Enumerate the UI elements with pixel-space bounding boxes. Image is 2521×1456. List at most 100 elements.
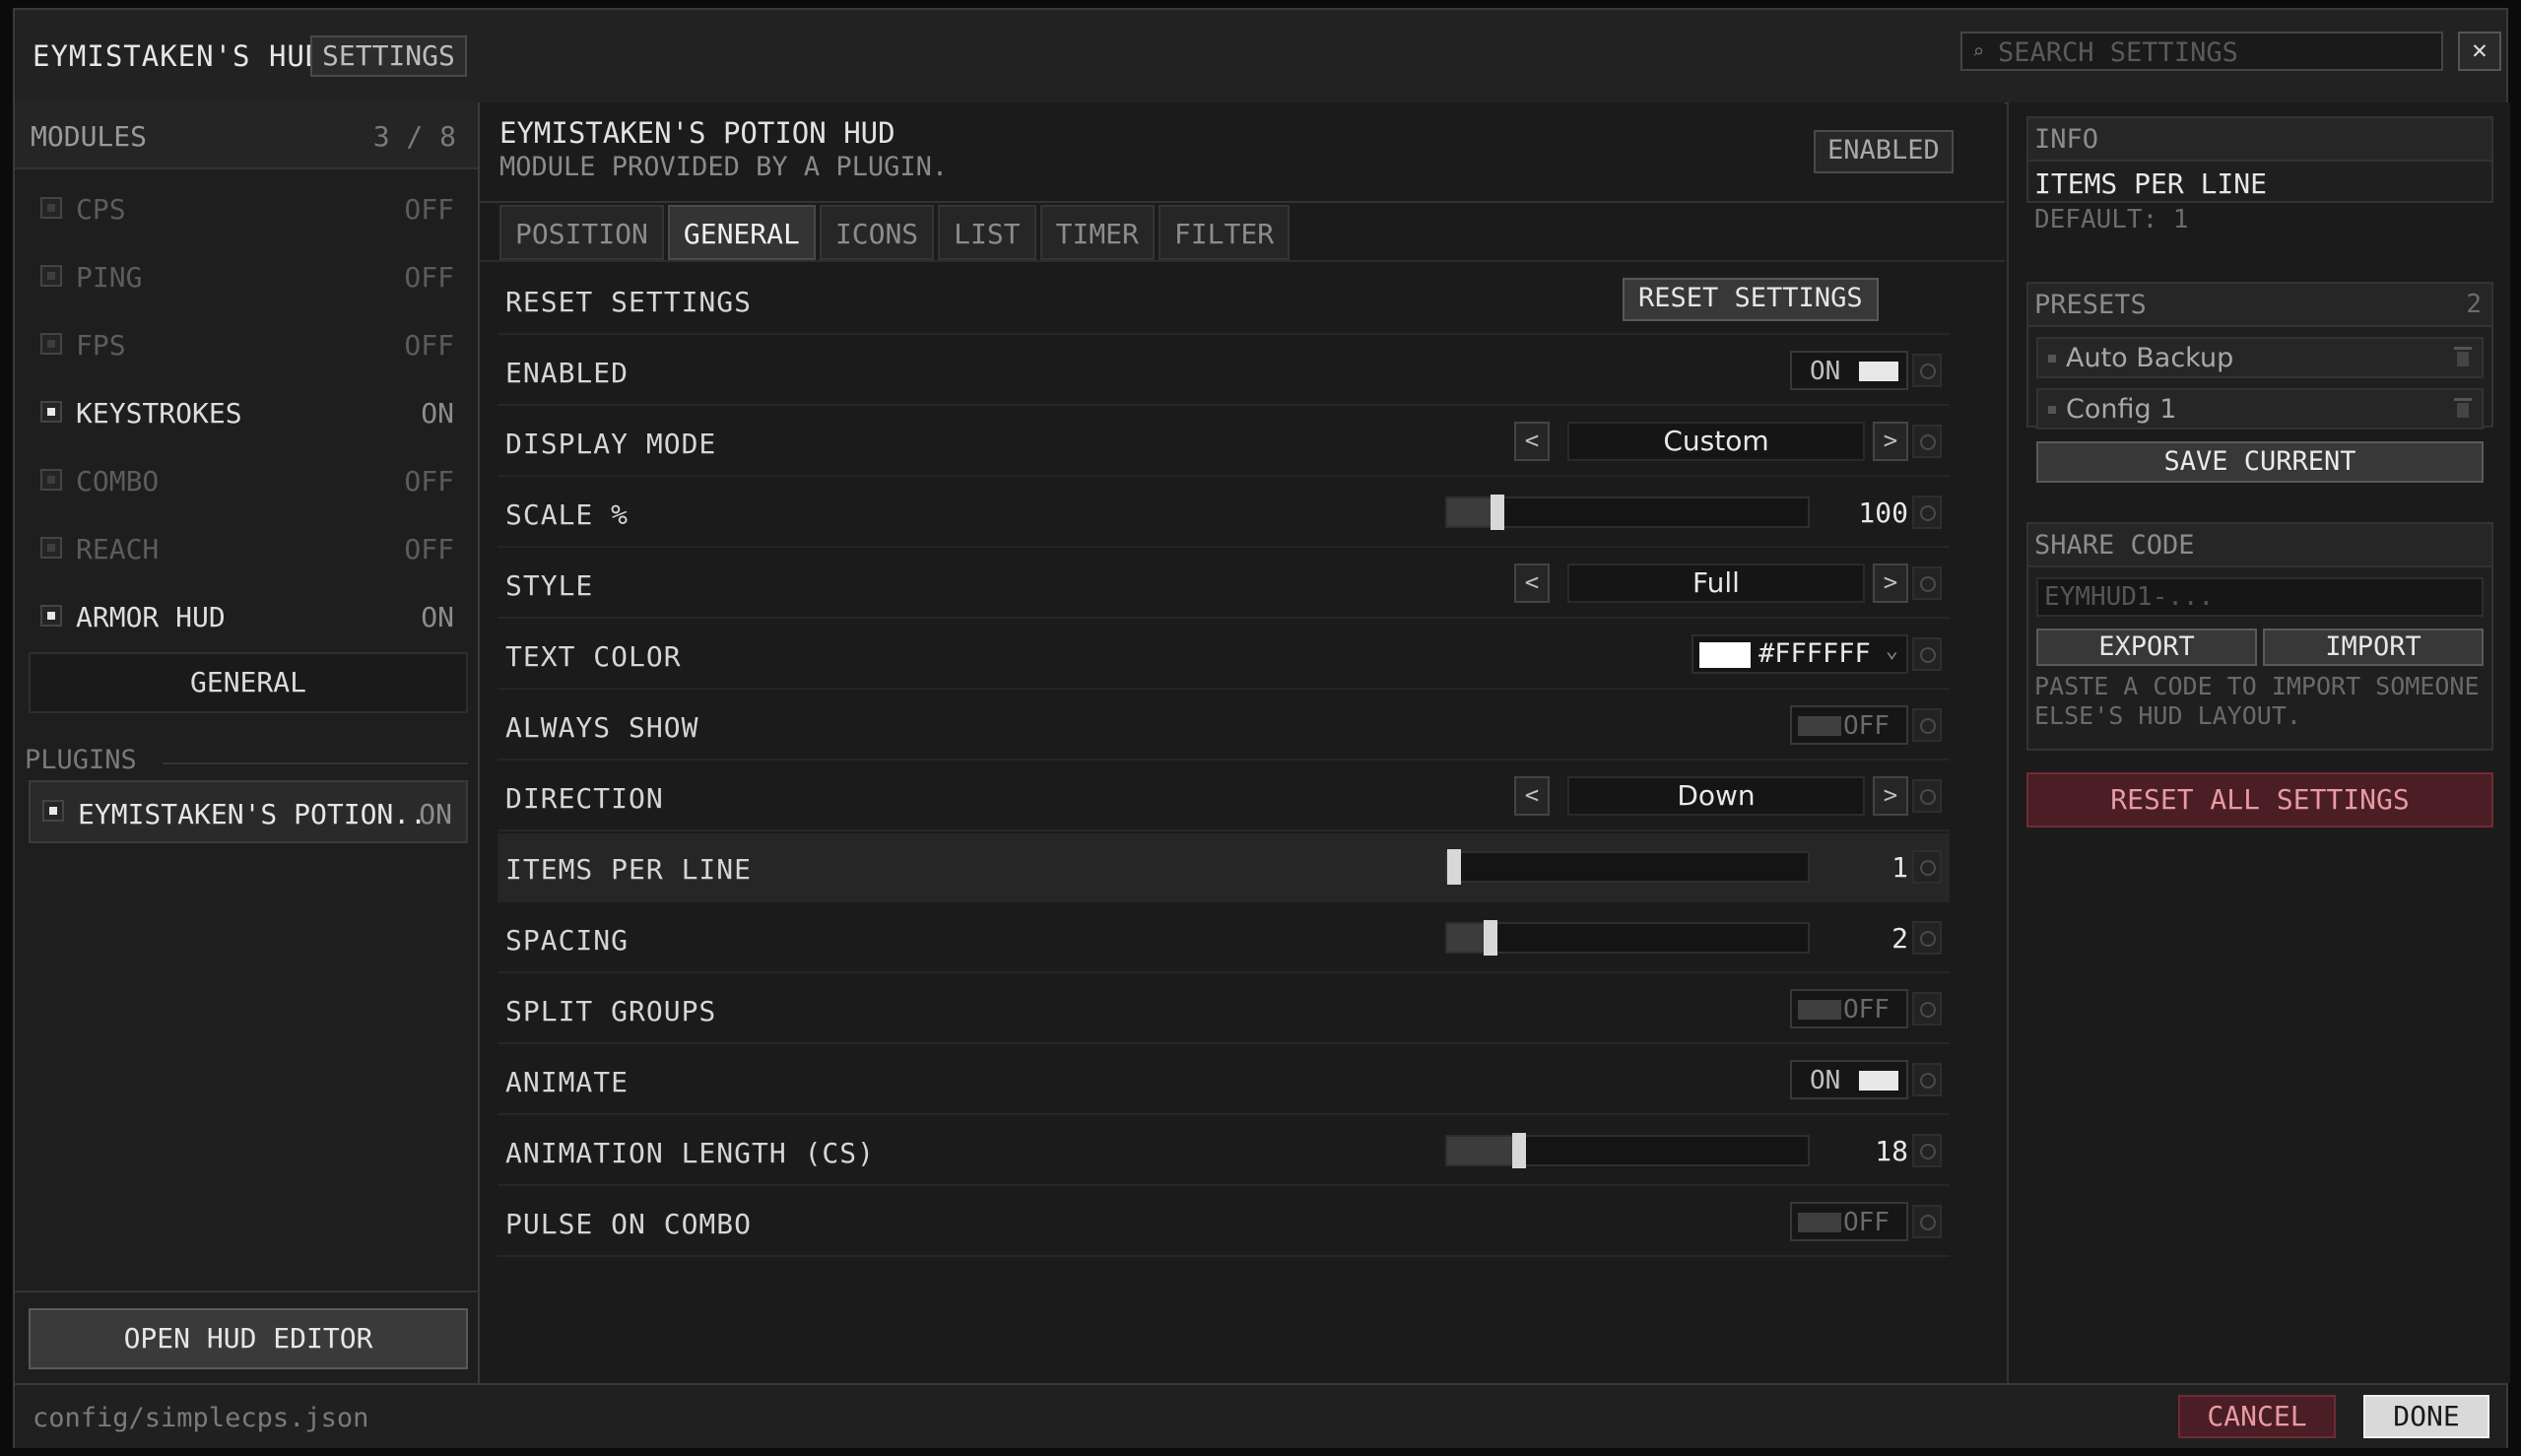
slider-thumb[interactable] (1447, 849, 1461, 885)
slider-track[interactable] (1445, 1133, 1810, 1168)
reset-icon[interactable] (1912, 992, 1942, 1026)
module-checkbox[interactable] (40, 537, 62, 559)
reset-all-settings-button[interactable]: RESET ALL SETTINGS (2026, 772, 2493, 827)
chevron-left-icon[interactable]: < (1514, 776, 1550, 816)
color-hex: #FFFFFF (1758, 638, 1871, 669)
tab-general[interactable]: GENERAL (667, 205, 816, 260)
slider-track[interactable] (1445, 920, 1810, 956)
search-box[interactable]: ⌕ (1960, 32, 2443, 71)
reset-icon[interactable] (1912, 1134, 1942, 1167)
chevron-left-icon[interactable]: < (1514, 422, 1550, 461)
import-button[interactable]: IMPORT (2263, 629, 2484, 666)
module-state: OFF (404, 193, 454, 226)
sidebar-item-keystrokes[interactable]: KEYSTROKES ON (29, 383, 468, 442)
reset-icon[interactable] (1912, 779, 1942, 813)
setting-label: RESET SETTINGS (505, 286, 753, 318)
tab-timer[interactable]: TIMER (1039, 205, 1155, 260)
trash-icon[interactable] (2454, 398, 2472, 418)
settings-window: EYMISTAKEN'S HUD SETTINGS ⌕ ✕ MODULES 3 … (13, 8, 2510, 1448)
module-checkbox[interactable] (40, 605, 62, 627)
cancel-button[interactable]: CANCEL (2178, 1395, 2336, 1438)
toggle-switch[interactable]: OFF (1790, 705, 1908, 745)
module-checkbox[interactable] (40, 265, 62, 287)
preset-name: Auto Backup (2066, 343, 2234, 373)
chevron-right-icon[interactable]: > (1873, 776, 1908, 816)
info-setting-name: ITEMS PER LINE (2034, 167, 2268, 200)
reset-icon[interactable] (1912, 708, 1942, 742)
module-checkbox[interactable] (42, 800, 64, 822)
cycle-value: Custom (1567, 422, 1865, 461)
slider-thumb[interactable] (1484, 920, 1497, 956)
color-picker[interactable]: #FFFFFF ⌄ (1692, 634, 1908, 674)
toggle-label: OFF (1843, 711, 1890, 741)
slider-track[interactable] (1445, 495, 1810, 530)
slider-thumb[interactable] (1512, 1133, 1526, 1168)
preset-item[interactable]: Config 1 (2036, 388, 2484, 430)
setting-label: ENABLED (505, 357, 630, 389)
module-checkbox[interactable] (40, 197, 62, 219)
chevron-right-icon[interactable]: > (1873, 563, 1908, 603)
config-path: config/simplecps.json (33, 1403, 369, 1433)
plugin-item-potion-hud[interactable]: EYMISTAKEN'S POTION.. ON (29, 780, 468, 843)
sidebar-item-combo[interactable]: COMBO OFF (29, 451, 468, 510)
module-state: OFF (404, 465, 454, 497)
presets-panel: PRESETS 2 Auto Backup Config 1 SAVE CURR… (2026, 282, 2493, 483)
module-settings-panel: EYMISTAKEN'S POTION HUD MODULE PROVIDED … (480, 102, 2005, 1383)
reset-icon[interactable] (1912, 1063, 1942, 1096)
tab-list[interactable]: LIST (938, 205, 1036, 260)
preset-item[interactable]: Auto Backup (2036, 337, 2484, 378)
right-panel: INFO ITEMS PER LINE DEFAULT: 1 PRESETS 2… (2007, 102, 2510, 1383)
toggle-switch[interactable]: OFF (1790, 989, 1908, 1028)
slider-thumb[interactable] (1491, 495, 1504, 530)
module-name: KEYSTROKES (76, 397, 242, 430)
setting-label: SCALE % (505, 498, 630, 531)
trash-icon[interactable] (2454, 347, 2472, 366)
slider-track[interactable] (1445, 849, 1810, 885)
plugin-state: ON (419, 798, 452, 830)
save-current-button[interactable]: SAVE CURRENT (2036, 441, 2484, 483)
search-input[interactable] (1996, 33, 2433, 71)
setting-label: STYLE (505, 569, 594, 602)
sidebar-item-reach[interactable]: REACH OFF (29, 519, 468, 578)
module-checkbox[interactable] (40, 469, 62, 491)
done-button[interactable]: DONE (2363, 1395, 2489, 1438)
reset-icon[interactable] (1912, 921, 1942, 955)
close-button[interactable]: ✕ (2458, 32, 2501, 71)
divider (480, 260, 2005, 262)
reset-settings-button[interactable]: RESET SETTINGS (1623, 278, 1879, 321)
presets-label: PRESETS (2034, 290, 2147, 320)
toggle-label: OFF (1843, 1208, 1890, 1237)
reset-icon[interactable] (1912, 850, 1942, 884)
reset-icon[interactable] (1912, 566, 1942, 600)
info-label: INFO (2034, 124, 2099, 155)
toggle-switch[interactable]: ON (1790, 1060, 1908, 1099)
setting-label: TEXT COLOR (505, 640, 682, 673)
sidebar-item-cps[interactable]: CPS OFF (29, 179, 468, 238)
tab-filter[interactable]: FILTER (1158, 205, 1291, 260)
tab-position[interactable]: POSITION (499, 205, 664, 260)
open-hud-editor-button[interactable]: OPEN HUD EDITOR (29, 1308, 468, 1369)
reset-icon[interactable] (1912, 425, 1942, 458)
reset-icon[interactable] (1912, 637, 1942, 671)
share-code-input[interactable] (2036, 577, 2484, 617)
setting-row-pulse-on-combo: PULSE ON COMBO OFF (498, 1188, 1950, 1257)
chevron-right-icon[interactable]: > (1873, 422, 1908, 461)
setting-row-split-groups: SPLIT GROUPS OFF (498, 975, 1950, 1044)
toggle-switch[interactable]: OFF (1790, 1202, 1908, 1241)
reset-icon[interactable] (1912, 496, 1942, 529)
module-checkbox[interactable] (40, 333, 62, 355)
sidebar-item-ping[interactable]: PING OFF (29, 247, 468, 306)
sidebar-item-fps[interactable]: FPS OFF (29, 315, 468, 374)
preset-name: Config 1 (2066, 394, 2177, 425)
sidebar-item-armor-hud[interactable]: ARMOR HUD ON (29, 587, 468, 646)
general-button[interactable]: GENERAL (29, 652, 468, 713)
export-button[interactable]: EXPORT (2036, 629, 2257, 666)
reset-icon[interactable] (1912, 354, 1942, 387)
setting-label: SPACING (505, 924, 630, 957)
toggle-switch[interactable]: ON (1790, 351, 1908, 390)
chevron-left-icon[interactable]: < (1514, 563, 1550, 603)
tab-icons[interactable]: ICONS (819, 205, 935, 260)
reset-icon[interactable] (1912, 1205, 1942, 1238)
module-checkbox[interactable] (40, 401, 62, 423)
cycle-value: Down (1567, 776, 1865, 816)
